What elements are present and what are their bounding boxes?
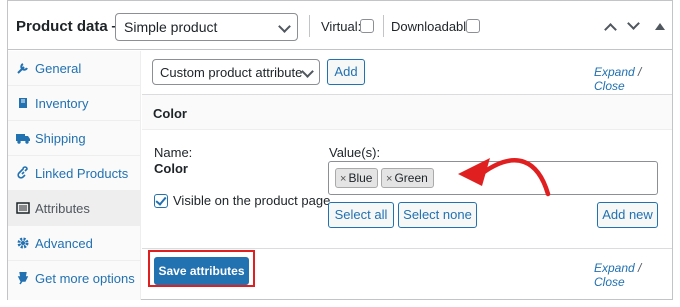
tab-shipping[interactable]: Shipping	[8, 121, 141, 156]
value-token-blue: × Blue	[335, 168, 379, 188]
move-up-icon[interactable]	[604, 23, 617, 36]
tab-inventory[interactable]: Inventory	[8, 86, 141, 121]
attribute-row-header[interactable]: Color	[142, 95, 672, 130]
tab-label: Linked Products	[35, 166, 129, 181]
product-data-panel: Product data — Simple product Virtual: D…	[7, 0, 673, 300]
checkmark-icon	[155, 194, 167, 206]
attribute-row: Color Name: Color Value(s): × Blue × Green…	[142, 94, 672, 249]
close-link[interactable]: Close	[594, 79, 625, 93]
annotation-arrow-icon	[458, 158, 551, 197]
list-icon	[16, 201, 30, 215]
tab-advanced[interactable]: Advanced	[8, 226, 141, 261]
link-icon	[16, 166, 30, 180]
chevron-down-icon	[301, 65, 314, 78]
virtual-label: Virtual:	[321, 19, 362, 34]
expand-link[interactable]: Expand	[594, 261, 635, 275]
remove-token-icon[interactable]: ×	[386, 173, 392, 185]
virtual-checkbox[interactable]	[360, 19, 374, 33]
name-label: Name:	[154, 145, 193, 160]
value-token-green: × Green	[381, 168, 434, 188]
downloadable-checkbox[interactable]	[466, 19, 480, 33]
token-label: Blue	[348, 171, 373, 185]
chevron-down-icon	[278, 20, 291, 33]
expand-close-links: Expand / Close	[594, 261, 672, 289]
add-attribute-button[interactable]: Add	[327, 59, 365, 85]
tab-label: Shipping	[35, 131, 86, 146]
tab-linked-products[interactable]: Linked Products	[8, 156, 141, 191]
tab-label: Advanced	[35, 236, 93, 251]
truck-icon	[16, 131, 30, 145]
visible-on-product-page-checkbox[interactable]	[154, 194, 168, 208]
expand-close-links: Expand / Close	[594, 65, 672, 93]
wrench-icon	[16, 61, 30, 75]
tab-label: General	[35, 61, 82, 76]
tab-general[interactable]: General	[8, 51, 141, 86]
values-label: Value(s):	[329, 145, 381, 160]
product-type-select[interactable]: Simple product	[115, 13, 298, 41]
tab-label: Attributes	[35, 201, 90, 216]
product-data-header: Product data — Simple product Virtual: D…	[8, 1, 672, 50]
attribute-type-select[interactable]: Custom product attribute	[152, 59, 320, 85]
product-data-tabs: General Inventory Shipping Linked Produc…	[8, 51, 141, 300]
expand-link[interactable]: Expand	[594, 65, 635, 79]
close-link[interactable]: Close	[594, 275, 625, 289]
tab-label: Inventory	[35, 96, 89, 111]
name-value: Color	[154, 161, 188, 176]
downloadable-label: Downloadable:	[391, 19, 478, 34]
token-label: Green	[394, 171, 428, 185]
add-new-button[interactable]: Add new	[597, 202, 658, 228]
remove-token-icon[interactable]: ×	[340, 173, 346, 185]
attributes-panel: Custom product attribute Add Expand / Cl…	[142, 51, 672, 300]
link-separator: /	[638, 65, 642, 79]
attribute-heading: Color	[153, 106, 187, 121]
link-separator: /	[638, 261, 642, 275]
gear-icon	[16, 236, 30, 250]
visible-label: Visible on the product page	[173, 193, 331, 208]
tab-get-more-options[interactable]: Get more options	[8, 261, 141, 296]
tab-label: Get more options	[35, 271, 135, 286]
collapse-toggle-icon[interactable]	[655, 23, 665, 30]
attribute-type-value: Custom product attribute	[160, 65, 303, 80]
product-data-title: Product data —	[16, 18, 127, 35]
plugin-icon	[16, 271, 30, 285]
tab-attributes[interactable]: Attributes	[8, 191, 141, 226]
move-down-icon[interactable]	[627, 17, 640, 30]
diamond-icon	[16, 96, 30, 110]
product-type-value: Simple product	[124, 19, 218, 35]
header-divider	[309, 15, 310, 37]
header-divider	[383, 15, 384, 37]
select-all-button[interactable]: Select all	[328, 202, 394, 228]
save-highlight-box	[148, 250, 255, 287]
